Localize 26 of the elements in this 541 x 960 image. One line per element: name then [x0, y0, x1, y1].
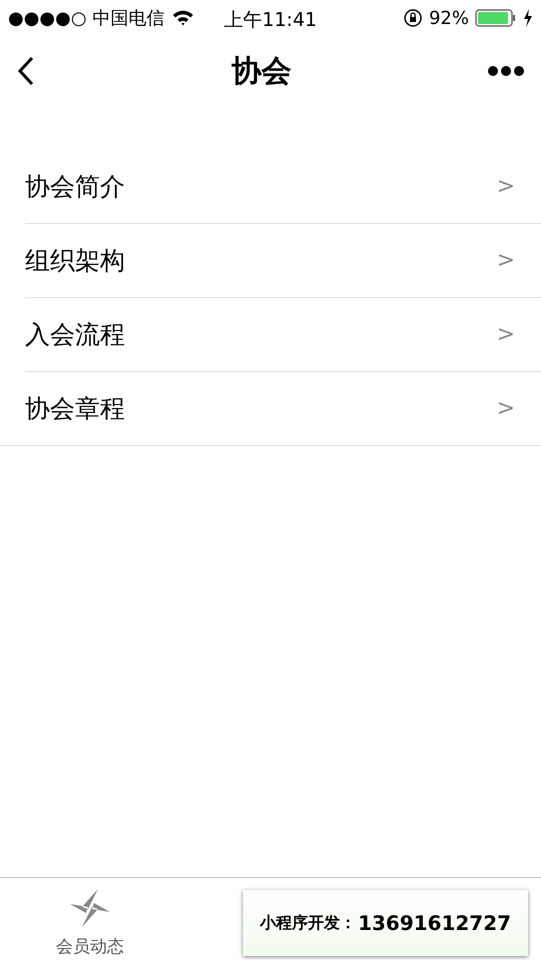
rotation-lock-icon: [402, 8, 423, 28]
battery-icon: [475, 9, 517, 27]
phone-number: 13691612727: [358, 911, 512, 935]
chevron: >: [496, 174, 515, 199]
menu-item[interactable]: 协会章程 >: [25, 372, 541, 445]
tab[interactable]: 会员动态: [0, 878, 180, 960]
chevron: >: [496, 248, 515, 273]
menu-item[interactable]: 入会流程 >: [25, 298, 541, 372]
clock-time: 上午11:41: [224, 9, 317, 31]
page-title: 协会: [232, 52, 292, 90]
menu-item[interactable]: 组织架构 >: [25, 224, 541, 298]
menu-label: 协会章程: [25, 393, 125, 425]
more-icon[interactable]: [487, 65, 525, 77]
back-icon[interactable]: [16, 55, 36, 87]
chevron: >: [496, 322, 515, 347]
menu-item[interactable]: 协会简介 >: [25, 150, 541, 224]
charging-icon: [523, 9, 533, 27]
pinwheel-icon: [68, 887, 112, 929]
carrier-name: ●●●●○ 中国电信: [8, 7, 164, 30]
menu-label: 组织架构: [25, 245, 125, 277]
menu-label: 协会简介: [25, 171, 125, 203]
battery-percent: 92%: [428, 8, 469, 28]
menu-label: 入会流程: [25, 319, 125, 351]
chevron: >: [496, 396, 515, 421]
wifi-icon: [172, 10, 194, 26]
promo-label: 小程序开发：: [260, 912, 356, 934]
